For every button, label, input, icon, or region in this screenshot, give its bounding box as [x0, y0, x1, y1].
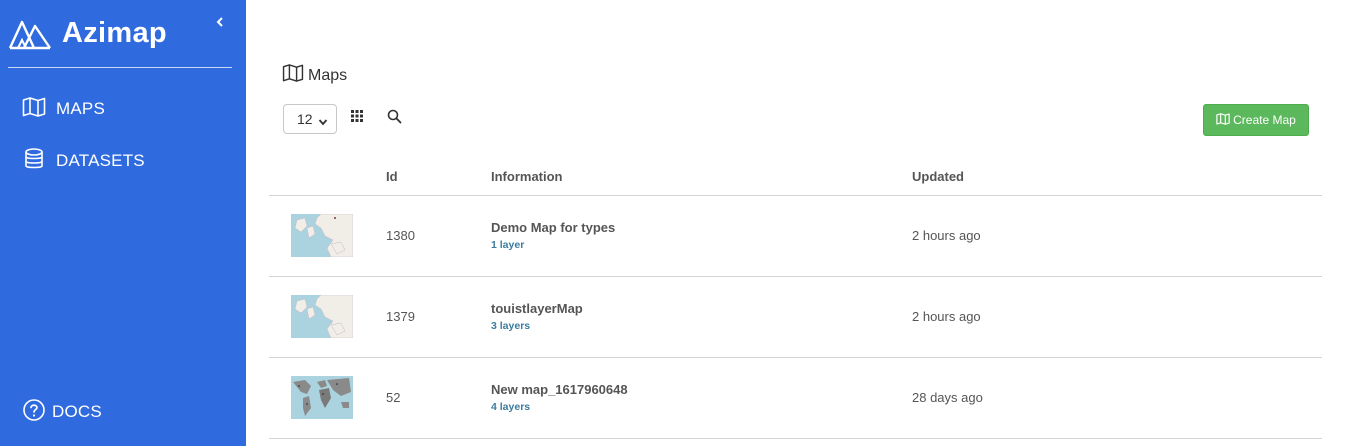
- database-icon: [22, 147, 46, 176]
- table-row[interactable]: 52 New map_1617960648 4 layers 28 days a…: [269, 358, 1322, 439]
- map-layer-count[interactable]: 3 layers: [491, 320, 530, 332]
- column-header-updated[interactable]: Updated: [912, 169, 964, 184]
- map-thumbnail[interactable]: [291, 214, 353, 257]
- column-header-id[interactable]: Id: [386, 169, 398, 184]
- grid-icon: [350, 110, 364, 127]
- main-content: Maps 12 Create Map Id Information Update…: [246, 0, 1347, 446]
- help-circle-icon: [22, 398, 46, 427]
- chevron-down-icon: [318, 114, 328, 130]
- grid-view-button[interactable]: [350, 109, 364, 128]
- map-updated: 2 hours ago: [912, 228, 981, 243]
- create-map-label: Create Map: [1233, 113, 1296, 127]
- map-icon: [282, 64, 304, 87]
- table-header: Id Information Updated: [269, 158, 1322, 196]
- brand[interactable]: Azimap: [8, 10, 167, 56]
- page-size-select[interactable]: 12: [283, 104, 337, 134]
- map-id: 52: [386, 390, 401, 405]
- map-updated: 2 hours ago: [912, 309, 981, 324]
- map-thumbnail[interactable]: [291, 295, 353, 338]
- sidebar-item-docs[interactable]: DOCS: [22, 397, 102, 427]
- map-name[interactable]: New map_1617960648: [491, 382, 628, 397]
- search-button[interactable]: [387, 109, 402, 129]
- map-icon: [1216, 112, 1230, 128]
- map-layer-count[interactable]: 1 layer: [491, 239, 524, 251]
- sidebar-item-datasets[interactable]: DATASETS: [22, 146, 145, 176]
- sidebar: Azimap MAPS DATASETS DOCS: [0, 0, 246, 446]
- map-thumbnail[interactable]: [291, 376, 353, 419]
- chevron-left-icon: [216, 15, 224, 33]
- column-header-information[interactable]: Information: [491, 169, 563, 184]
- table-row[interactable]: 1379 touistlayerMap 3 layers 2 hours ago: [269, 277, 1322, 358]
- sidebar-item-label: MAPS: [56, 99, 105, 118]
- map-icon: [22, 96, 46, 122]
- map-layer-count[interactable]: 4 layers: [491, 401, 530, 413]
- sidebar-item-label: DOCS: [52, 402, 102, 421]
- map-name[interactable]: touistlayerMap: [491, 301, 583, 316]
- azimap-logo-icon: [8, 16, 52, 50]
- create-map-button[interactable]: Create Map: [1203, 104, 1309, 136]
- maps-table: Id Information Updated 1380 Demo Map for…: [269, 158, 1322, 439]
- sidebar-item-maps[interactable]: MAPS: [22, 94, 105, 124]
- map-id: 1380: [386, 228, 415, 243]
- sidebar-item-label: DATASETS: [56, 151, 145, 170]
- page-size-value: 12: [297, 111, 313, 127]
- search-icon: [387, 109, 402, 128]
- brand-name: Azimap: [62, 16, 167, 49]
- map-name[interactable]: Demo Map for types: [491, 220, 615, 235]
- table-row[interactable]: 1380 Demo Map for types 1 layer 2 hours …: [269, 196, 1322, 277]
- sidebar-divider: [8, 67, 232, 68]
- page-title: Maps: [282, 64, 347, 87]
- map-id: 1379: [386, 309, 415, 324]
- page-title-text: Maps: [308, 66, 348, 84]
- collapse-sidebar-button[interactable]: [212, 14, 228, 34]
- map-updated: 28 days ago: [912, 390, 983, 405]
